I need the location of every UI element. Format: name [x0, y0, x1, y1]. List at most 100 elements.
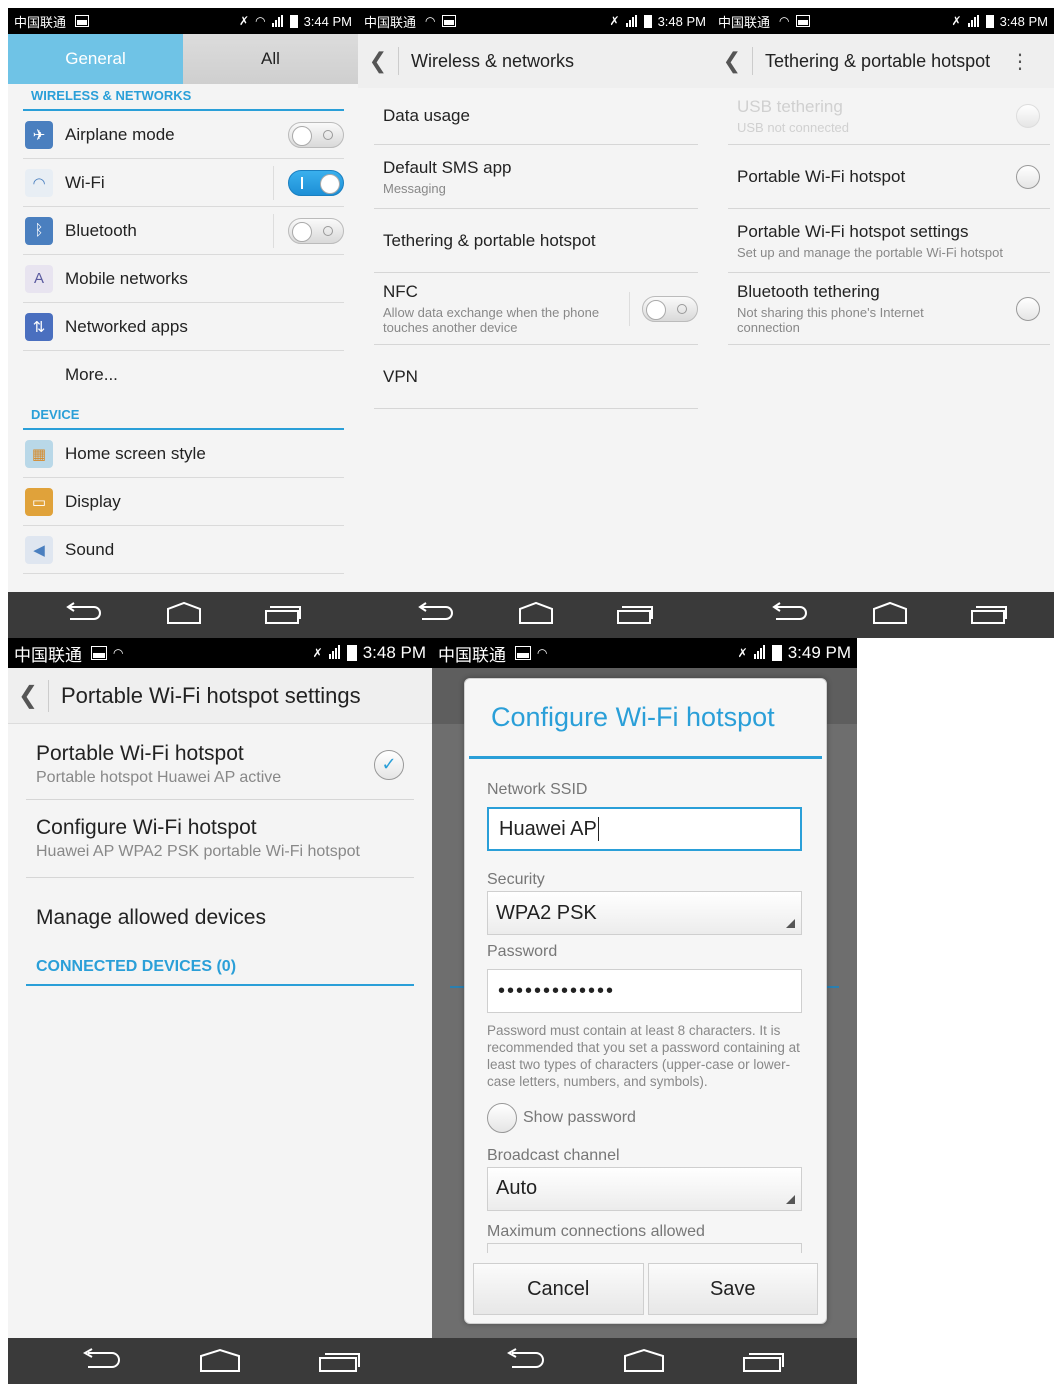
- clock: 3:48 PM: [657, 13, 706, 29]
- security-select[interactable]: WPA2 PSK: [487, 891, 802, 935]
- battery-icon: [346, 645, 357, 661]
- carrier-label: 中国联通: [14, 14, 67, 30]
- tab-all[interactable]: All: [183, 34, 358, 84]
- bluetooth-row[interactable]: ᛒ Bluetooth: [23, 207, 344, 255]
- portable-hotspot-checkbox[interactable]: [1016, 164, 1040, 189]
- home-nav-icon: [200, 1348, 240, 1372]
- back-nav-icon: [772, 602, 807, 620]
- portable-hotspot-item[interactable]: Portable Wi-Fi hotspot: [728, 145, 1050, 209]
- vpn-item[interactable]: VPN: [374, 345, 698, 409]
- dialog-title: Configure Wi-Fi hotspot: [491, 702, 775, 732]
- display-label: Display: [65, 491, 121, 511]
- clock: 3:48 PM: [999, 13, 1048, 29]
- airplane-mode-label: Airplane mode: [65, 124, 175, 144]
- back-nav-icon: [66, 602, 101, 620]
- home-screen-style-label: Home screen style: [65, 443, 206, 463]
- back-icon[interactable]: ❮: [712, 48, 752, 74]
- tab-general[interactable]: General: [8, 34, 183, 84]
- airplane-mode-toggle[interactable]: [288, 121, 344, 148]
- clock: 3:48 PM: [362, 643, 426, 662]
- page-title: Wireless & networks: [411, 50, 575, 71]
- nfc-toggle[interactable]: [642, 295, 698, 322]
- more-row[interactable]: More...: [23, 351, 344, 399]
- header: ❮ Portable Wi-Fi hotspot settings: [8, 668, 432, 724]
- sound-row[interactable]: ◀ Sound: [23, 526, 344, 574]
- display-row[interactable]: ▭ Display: [23, 478, 344, 526]
- back-icon[interactable]: ❮: [358, 48, 398, 74]
- manage-devices-item[interactable]: Manage allowed devices: [26, 878, 414, 958]
- recent-apps-icon: [319, 1353, 360, 1372]
- networked-apps-row[interactable]: ⇅ Networked apps: [23, 303, 344, 351]
- display-icon: ▭: [25, 487, 53, 516]
- cancel-button[interactable]: Cancel: [473, 1263, 644, 1315]
- tethering-item[interactable]: Tethering & portable hotspot: [374, 209, 698, 273]
- carrier-label: 中国联通: [364, 14, 417, 30]
- mobile-networks-label: Mobile networks: [65, 268, 188, 288]
- antenna-icon: A: [25, 264, 53, 293]
- more-label: More...: [65, 365, 118, 384]
- show-password-checkbox[interactable]: [487, 1102, 517, 1133]
- bluetooth-tethering-checkbox[interactable]: [1016, 296, 1040, 321]
- signal-icon: [753, 645, 765, 659]
- status-bar: 中国联通 ◠ ✗ 3:48 PM: [712, 8, 1054, 34]
- channel-select[interactable]: Auto: [487, 1166, 802, 1211]
- max-connections-select[interactable]: [487, 1242, 802, 1253]
- status-bar: 中国联通 ✗ ◠ 3:44 PM: [8, 8, 358, 34]
- overflow-menu-icon[interactable]: ⋮: [1005, 49, 1035, 74]
- mute-icon: ✗: [609, 14, 620, 28]
- airplane-mode-row[interactable]: ✈ Airplane mode: [23, 111, 344, 159]
- wifi-toggle[interactable]: [288, 169, 344, 196]
- configure-hotspot-screen: 中国联通 ◠ ✗ 3:49 PM Configure Wi-Fi hotspot…: [432, 638, 857, 1384]
- wifi-label: Wi-Fi: [65, 172, 105, 192]
- recent-apps-icon: [971, 606, 1007, 624]
- nfc-item[interactable]: NFC Allow data exchange when the phone t…: [374, 273, 698, 345]
- recent-apps-icon: [617, 606, 653, 624]
- mute-icon: ✗: [312, 646, 323, 660]
- signal-icon: [625, 15, 637, 27]
- signal-icon: [328, 645, 340, 659]
- save-button[interactable]: Save: [647, 1263, 818, 1315]
- default-sms-item[interactable]: Default SMS app Messaging: [374, 145, 698, 209]
- clock: 3:49 PM: [787, 643, 851, 662]
- bluetooth-toggle[interactable]: [288, 217, 344, 244]
- mute-icon: ✗: [737, 646, 748, 660]
- max-connections-label: Maximum connections allowed: [487, 1222, 705, 1240]
- bluetooth-tethering-item[interactable]: Bluetooth tethering Not sharing this pho…: [728, 273, 1050, 345]
- connected-devices-header: CONNECTED DEVICES (0): [26, 958, 414, 986]
- data-usage-item[interactable]: Data usage: [374, 88, 698, 145]
- home-nav-icon: [519, 601, 553, 624]
- wifi-status-icon: ◠: [113, 646, 124, 660]
- header: ❮ Tethering & portable hotspot ⋮: [712, 34, 1054, 88]
- configure-hotspot-item[interactable]: Configure Wi-Fi hotspot Huawei AP WPA2 P…: [26, 800, 414, 878]
- dialog-buttons: Cancel Save: [473, 1263, 818, 1315]
- configure-hotspot-label: Configure Wi-Fi hotspot: [36, 816, 257, 839]
- wifi-status-icon: ◠: [537, 646, 548, 660]
- sound-label: Sound: [65, 539, 115, 559]
- portable-hotspot-item[interactable]: Portable Wi-Fi hotspot Portable hotspot …: [26, 730, 414, 800]
- recent-apps-icon: [743, 1353, 784, 1372]
- usb-tethering-item: USB tethering USB not connected: [728, 88, 1050, 145]
- image-icon: [795, 15, 810, 27]
- back-nav-icon: [82, 1348, 120, 1368]
- wifi-row[interactable]: ◠ Wi-Fi: [23, 159, 344, 207]
- hotspot-checked-icon[interactable]: ✓: [374, 749, 404, 780]
- home-screen-style-row[interactable]: ▦ Home screen style: [23, 430, 344, 478]
- password-input[interactable]: •••••••••••••: [487, 969, 802, 1013]
- nav-icons: [66, 601, 1007, 624]
- back-icon[interactable]: ❮: [8, 681, 48, 710]
- show-password-row[interactable]: Show password: [487, 1102, 802, 1133]
- sound-icon: ◀: [25, 535, 53, 564]
- clock: 3:44 PM: [303, 13, 352, 29]
- battery-icon: [643, 14, 652, 28]
- airplane-icon: ✈: [25, 120, 53, 149]
- header: ❮ Wireless & networks: [358, 34, 712, 88]
- ssid-input[interactable]: Huawei AP: [487, 807, 802, 851]
- tethering-label: Tethering & portable hotspot: [383, 230, 596, 250]
- home-nav-icon: [873, 601, 907, 624]
- hotspot-settings-description: Set up and manage the portable Wi-Fi hot…: [737, 244, 1003, 260]
- password-label: Password: [487, 943, 558, 960]
- hotspot-settings-item[interactable]: Portable Wi-Fi hotspot settings Set up a…: [728, 209, 1050, 273]
- home-nav-icon: [167, 601, 201, 624]
- mobile-networks-row[interactable]: A Mobile networks: [23, 255, 344, 303]
- configure-hotspot-summary: Huawei AP WPA2 PSK portable Wi-Fi hotspo…: [36, 843, 360, 860]
